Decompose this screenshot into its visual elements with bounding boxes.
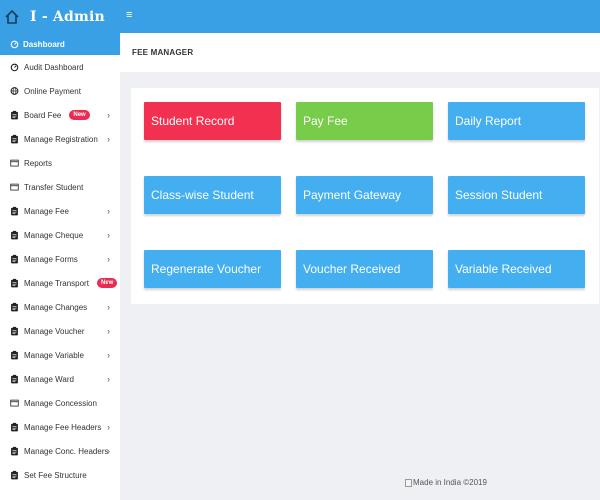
sidebar-item-manage-variable[interactable]: Manage Variable › <box>0 343 120 367</box>
sidebar-item-transfer-student[interactable]: Transfer Student <box>0 175 120 199</box>
sidebar-item-manage-cheque[interactable]: Manage Cheque › <box>0 223 120 247</box>
sidebar-item-label: Set Fee Structure <box>24 470 87 480</box>
sidebar-item-manage-voucher[interactable]: Manage Voucher › <box>0 319 120 343</box>
clipboard-icon <box>11 302 18 312</box>
fee-manager-panel: Student Record Pay Fee Daily Report Clas… <box>131 88 599 304</box>
sidebar-item-label: Dashboard <box>23 39 65 49</box>
window-icon <box>10 159 19 167</box>
sidebar-item-label: Manage Conc. Headers <box>24 446 109 456</box>
chevron-right-icon: › <box>107 110 110 120</box>
page-title: FEE MANAGER <box>132 48 194 57</box>
chevron-right-icon: › <box>107 278 110 288</box>
student-record-button[interactable]: Student Record <box>144 102 281 140</box>
chevron-right-icon: › <box>107 206 110 216</box>
home-icon[interactable] <box>4 9 20 25</box>
sidebar-item-label: Manage Cheque <box>24 230 84 240</box>
sidebar-item-online-payment[interactable]: Online Payment <box>0 79 120 103</box>
dashboard-icon <box>10 40 19 49</box>
clipboard-icon <box>11 422 18 432</box>
broken-image-icon <box>405 478 412 487</box>
chevron-right-icon: › <box>107 326 110 336</box>
globe-icon <box>10 87 19 95</box>
sidebar-item-reports[interactable]: Reports <box>0 151 120 175</box>
sidebar-item-manage-forms[interactable]: Manage Forms › <box>0 247 120 271</box>
session-student-button[interactable]: Session Student <box>448 176 585 214</box>
sidebar-item-label: Transfer Student <box>24 182 84 192</box>
clipboard-icon <box>11 350 18 360</box>
sidebar-item-manage-transport[interactable]: Manage Transport New › <box>0 271 120 295</box>
clipboard-icon <box>11 446 18 456</box>
sidebar-item-label: Manage Variable <box>24 350 84 360</box>
chevron-right-icon: › <box>107 374 110 384</box>
clipboard-icon <box>11 470 18 480</box>
new-badge: New <box>69 110 90 120</box>
top-bar: ≡ <box>120 0 600 33</box>
sidebar-item-label: Manage Registration <box>24 134 98 144</box>
sidebar-item-set-fee-structure[interactable]: Set Fee Structure <box>0 463 120 487</box>
sidebar-item-label: Manage Fee Headers <box>24 422 102 432</box>
brand-bar: I - Admin <box>0 0 120 33</box>
sidebar-item-dashboard[interactable]: Dashboard <box>0 33 120 55</box>
window-icon <box>10 399 19 407</box>
payment-gateway-button[interactable]: Payment Gateway <box>296 176 433 214</box>
clipboard-icon <box>11 254 18 264</box>
sidebar-item-board-fee[interactable]: Board Fee New › <box>0 103 120 127</box>
chevron-right-icon: › <box>107 230 110 240</box>
chevron-right-icon: › <box>107 422 110 432</box>
sidebar-item-label: Audit Dashboard <box>24 62 84 72</box>
sidebar-item-label: Manage Transport <box>24 278 89 288</box>
sidebar-item-label: Manage Concession <box>24 398 97 408</box>
sidebar-item-manage-registration[interactable]: Manage Registration › <box>0 127 120 151</box>
sidebar-item-manage-concession[interactable]: Manage Concession <box>0 391 120 415</box>
sidebar-item-label: Manage Ward <box>24 374 74 384</box>
chevron-right-icon: › <box>107 134 110 144</box>
regenerate-voucher-button[interactable]: Regenerate Voucher <box>144 250 281 288</box>
clipboard-icon <box>11 110 18 120</box>
sidebar-item-label: Reports <box>24 158 53 168</box>
clipboard-icon <box>11 374 18 384</box>
sidebar-item-label: Manage Voucher <box>24 326 85 336</box>
sidebar-item-label: Board Fee <box>24 110 62 120</box>
sidebar-item-manage-changes[interactable]: Manage Changes › <box>0 295 120 319</box>
sidebar-item-manage-ward[interactable]: Manage Ward › <box>0 367 120 391</box>
daily-report-button[interactable]: Daily Report <box>448 102 585 140</box>
dashboard-icon <box>10 63 19 72</box>
sidebar-item-label: Online Payment <box>24 86 81 96</box>
class-wise-student-button[interactable]: Class-wise Student <box>144 176 281 214</box>
clipboard-icon <box>11 278 18 288</box>
sidebar-item-label: Manage Forms <box>24 254 78 264</box>
clipboard-icon <box>11 230 18 240</box>
chevron-right-icon: › <box>107 302 110 312</box>
variable-received-button[interactable]: Variable Received <box>448 250 585 288</box>
footer: Made in India ©2019 <box>405 478 487 487</box>
clipboard-icon <box>11 134 18 144</box>
sidebar-item-label: Manage Changes <box>24 302 88 312</box>
sidebar: I - Admin Dashboard Audit Dashboard Onlin… <box>0 0 120 500</box>
clipboard-icon <box>11 206 18 216</box>
pay-fee-button[interactable]: Pay Fee <box>296 102 433 140</box>
chevron-right-icon: › <box>107 350 110 360</box>
menu-toggle-icon[interactable]: ≡ <box>126 10 132 21</box>
page-header: FEE MANAGER <box>120 33 600 72</box>
chevron-right-icon: › <box>107 446 110 456</box>
sidebar-item-manage-conc-headers[interactable]: Manage Conc. Headers › <box>0 439 120 463</box>
sidebar-item-manage-fee-headers[interactable]: Manage Fee Headers › <box>0 415 120 439</box>
footer-text: Made in India ©2019 <box>413 478 487 487</box>
app-title: I - Admin <box>30 8 105 25</box>
sidebar-item-label: Manage Fee <box>24 206 69 216</box>
voucher-received-button[interactable]: Voucher Received <box>296 250 433 288</box>
sidebar-nav: Audit Dashboard Online Payment Board Fee Ne… <box>0 55 120 487</box>
window-icon <box>10 183 19 191</box>
clipboard-icon <box>11 326 18 336</box>
sidebar-item-audit-dashboard[interactable]: Audit Dashboard <box>0 55 120 79</box>
chevron-right-icon: › <box>107 254 110 264</box>
sidebar-item-manage-fee[interactable]: Manage Fee › <box>0 199 120 223</box>
